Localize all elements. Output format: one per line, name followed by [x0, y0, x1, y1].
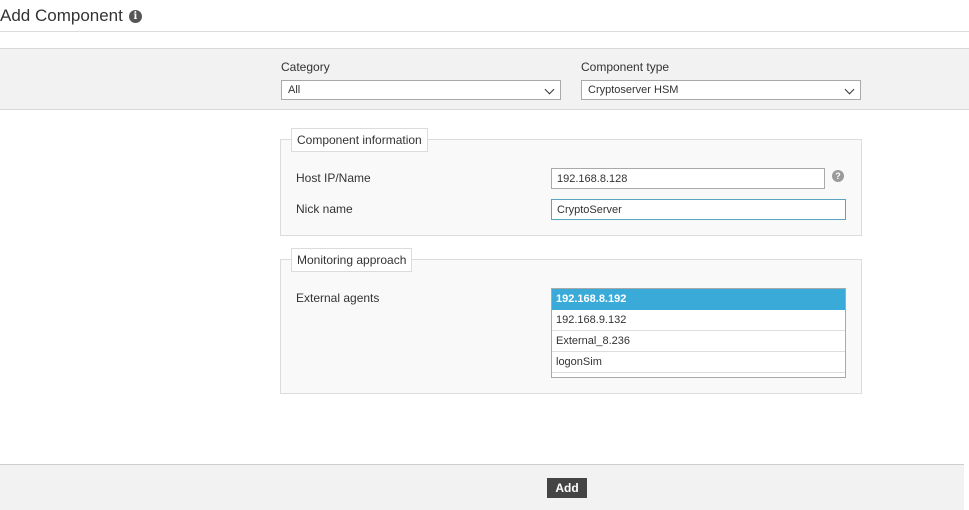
help-icon[interactable]: ?	[832, 170, 844, 182]
filter-band: Category All Component type Cryptoserver…	[0, 48, 969, 110]
external-agents-label: External agents	[296, 291, 380, 305]
title-divider	[0, 31, 969, 32]
page-title-text: Add Component	[0, 6, 123, 25]
nick-label: Nick name	[296, 202, 353, 216]
agent-list-item[interactable]: External_8.236	[552, 331, 845, 352]
page-title: Add Component i	[0, 5, 142, 27]
add-button[interactable]: Add	[547, 478, 587, 498]
monitoring-legend: Monitoring approach	[291, 248, 413, 272]
host-input[interactable]: 192.168.8.128	[551, 168, 825, 189]
component-info-legend: Component information	[291, 128, 428, 152]
footer-bar	[0, 464, 964, 510]
host-label: Host IP/Name	[296, 171, 371, 185]
nick-name-input[interactable]: CryptoServer	[551, 199, 846, 220]
agent-list-item[interactable]: 192.168.8.192	[552, 289, 845, 310]
component-type-select[interactable]: Cryptoserver HSM	[581, 80, 861, 100]
agent-list-item[interactable]: 192.168.9.132	[552, 310, 845, 331]
agent-list-item[interactable]: logonSim	[552, 352, 845, 373]
component-type-select-value: Cryptoserver HSM	[588, 84, 679, 96]
chevron-down-icon	[844, 84, 855, 95]
category-label: Category	[281, 60, 330, 74]
component-type-label: Component type	[581, 60, 670, 74]
external-agents-listbox[interactable]: 192.168.8.192 192.168.9.132 External_8.2…	[551, 288, 846, 378]
category-select[interactable]: All	[281, 80, 561, 100]
nick-name-input-value: CryptoServer	[557, 203, 622, 216]
host-input-value: 192.168.8.128	[557, 172, 628, 185]
info-icon[interactable]: i	[128, 9, 142, 23]
category-select-value: All	[288, 84, 301, 96]
chevron-down-icon	[544, 84, 555, 95]
